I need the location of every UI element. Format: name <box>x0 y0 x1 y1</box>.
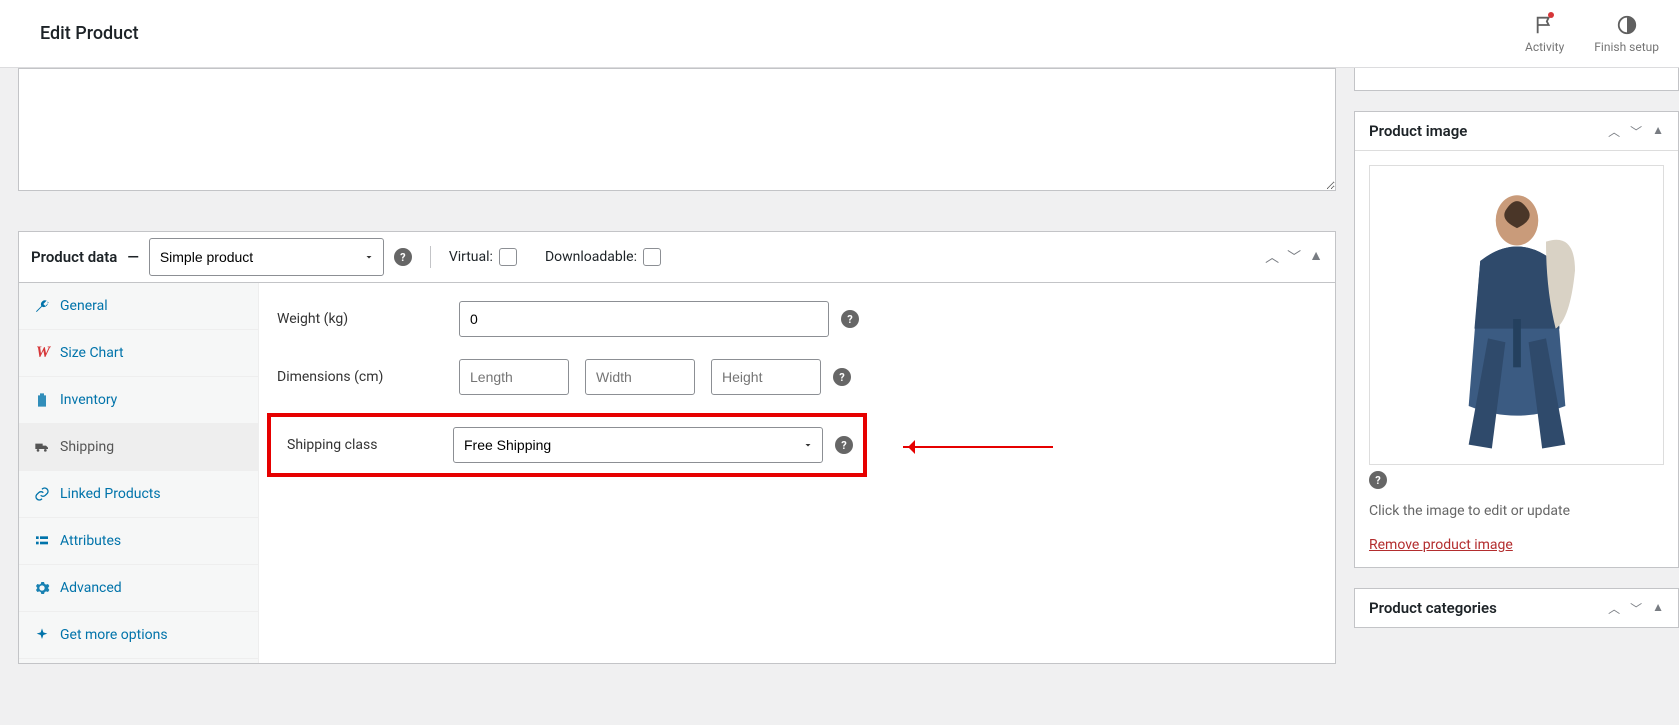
top-bar: Edit Product Activity Finish setup <box>0 0 1679 68</box>
virtual-label-text: Virtual: <box>449 249 493 265</box>
link-icon <box>34 486 50 502</box>
finish-setup-label: Finish setup <box>1594 40 1659 54</box>
tab-label: Size Chart <box>60 345 124 361</box>
product-type-select[interactable]: Simple product <box>149 238 384 276</box>
move-down-icon[interactable]: ﹀ <box>1630 600 1642 617</box>
product-data-dash: — <box>127 248 139 266</box>
help-icon[interactable]: ? <box>1369 471 1387 489</box>
truck-icon <box>34 439 50 455</box>
sidebar-fragment-panel <box>1354 68 1679 91</box>
tab-attributes[interactable]: Attributes <box>19 518 258 565</box>
tab-label: General <box>60 298 108 314</box>
move-down-icon[interactable]: ﹀ <box>1287 247 1301 267</box>
virtual-checkbox[interactable] <box>499 248 517 266</box>
size-chart-icon: W <box>34 345 50 361</box>
tab-inventory[interactable]: Inventory <box>19 377 258 424</box>
separator <box>430 246 431 268</box>
shipping-class-select[interactable]: Free Shipping <box>453 427 823 463</box>
product-image-thumbnail[interactable] <box>1369 165 1664 465</box>
tab-label: Attributes <box>60 533 121 549</box>
tab-label: Shipping <box>60 439 114 455</box>
help-icon[interactable]: ? <box>835 436 853 454</box>
sparkle-icon <box>34 627 50 643</box>
tab-get-more-options[interactable]: Get more options <box>19 612 258 659</box>
activity-notification-dot <box>1548 12 1554 18</box>
move-up-icon[interactable]: ︿ <box>1608 123 1620 140</box>
description-editor[interactable] <box>18 68 1336 191</box>
topbar-actions: Activity Finish setup <box>1525 14 1659 54</box>
tab-size-chart[interactable]: W Size Chart <box>19 330 258 377</box>
height-input[interactable] <box>711 359 821 395</box>
virtual-checkbox-label[interactable]: Virtual: <box>449 248 517 266</box>
length-input[interactable] <box>459 359 569 395</box>
move-up-icon[interactable]: ︿ <box>1265 247 1279 267</box>
downloadable-checkbox[interactable] <box>643 248 661 266</box>
product-data-title: Product data <box>31 248 117 266</box>
tab-shipping[interactable]: Shipping <box>19 424 258 471</box>
dimensions-group <box>459 359 821 395</box>
tab-label: Inventory <box>60 392 117 408</box>
panel-handles: ︿ ﹀ ▲ <box>1265 247 1323 267</box>
wrench-icon <box>34 298 50 314</box>
activity-button[interactable]: Activity <box>1525 14 1564 54</box>
toggle-panel-icon[interactable]: ▲ <box>1309 247 1323 267</box>
product-categories-header: Product categories ︿ ﹀ ▲ <box>1355 589 1678 627</box>
help-icon[interactable]: ? <box>841 310 859 328</box>
product-categories-panel: Product categories ︿ ﹀ ▲ <box>1354 588 1679 628</box>
toggle-panel-icon[interactable]: ▲ <box>1652 123 1664 140</box>
move-up-icon[interactable]: ︿ <box>1608 600 1620 617</box>
move-down-icon[interactable]: ﹀ <box>1630 123 1642 140</box>
product-data-header: Product data — Simple product ? Virtual:… <box>19 232 1335 283</box>
shipping-tab-content: Weight (kg) ? Dimensions (cm) ? <box>259 283 1335 663</box>
weight-label: Weight (kg) <box>277 311 447 327</box>
tab-advanced[interactable]: Advanced <box>19 565 258 612</box>
gear-icon <box>34 580 50 596</box>
finish-setup-button[interactable]: Finish setup <box>1594 14 1659 54</box>
shipping-class-label: Shipping class <box>281 437 441 453</box>
product-image-header: Product image ︿ ﹀ ▲ <box>1355 112 1678 151</box>
tab-general[interactable]: General <box>19 283 258 330</box>
toggle-panel-icon[interactable]: ▲ <box>1652 600 1664 617</box>
activity-label: Activity <box>1525 40 1564 54</box>
page-title: Edit Product <box>40 23 139 44</box>
dimensions-label: Dimensions (cm) <box>277 369 447 385</box>
product-image-hint: Click the image to edit or update <box>1369 503 1664 519</box>
product-data-panel: Product data — Simple product ? Virtual:… <box>18 231 1336 664</box>
product-image-title: Product image <box>1369 122 1467 140</box>
tab-label: Advanced <box>60 580 122 596</box>
tab-linked-products[interactable]: Linked Products <box>19 471 258 518</box>
half-circle-icon <box>1616 14 1638 36</box>
weight-input[interactable] <box>459 301 829 337</box>
tab-label: Get more options <box>60 627 168 643</box>
list-icon <box>34 533 50 549</box>
product-categories-title: Product categories <box>1369 599 1497 617</box>
downloadable-checkbox-label[interactable]: Downloadable: <box>545 248 661 266</box>
dimensions-row: Dimensions (cm) ? <box>277 359 1317 395</box>
tab-label: Linked Products <box>60 486 161 502</box>
product-data-tabs: General W Size Chart Inventory Shipping <box>19 283 259 663</box>
weight-row: Weight (kg) ? <box>277 301 1317 337</box>
shipping-class-highlight: Shipping class Free Shipping ? <box>267 413 867 477</box>
product-image-panel: Product image ︿ ﹀ ▲ <box>1354 111 1679 568</box>
help-icon[interactable]: ? <box>394 248 412 266</box>
clipboard-icon <box>34 392 50 408</box>
width-input[interactable] <box>585 359 695 395</box>
downloadable-label-text: Downloadable: <box>545 249 637 265</box>
annotation-arrow <box>903 446 1053 448</box>
product-image-graphic <box>1417 174 1617 464</box>
remove-product-image-link[interactable]: Remove product image <box>1369 537 1513 553</box>
help-icon[interactable]: ? <box>833 368 851 386</box>
